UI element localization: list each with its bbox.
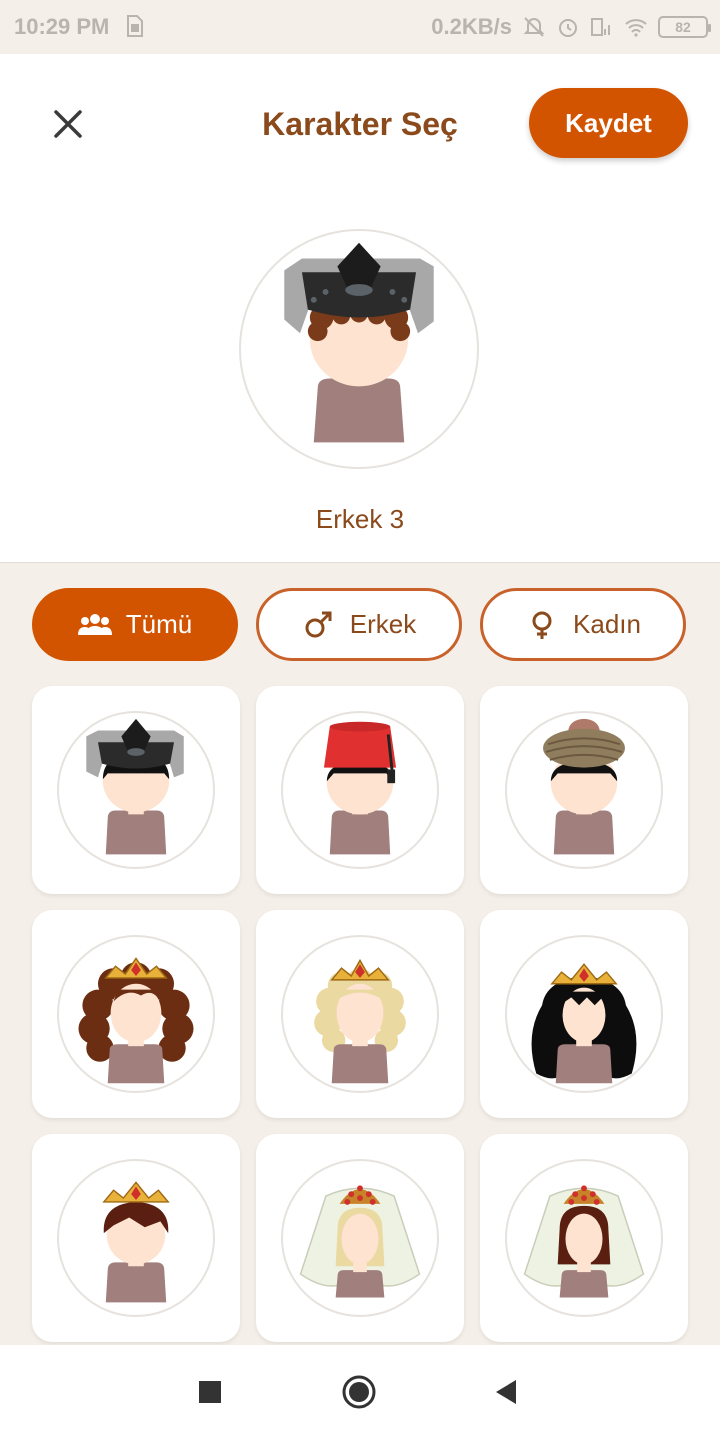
character-card[interactable]	[32, 1134, 240, 1342]
avatar	[505, 935, 663, 1093]
avatar	[57, 711, 215, 869]
avatar-male-fez	[323, 721, 397, 855]
character-card[interactable]	[480, 910, 688, 1118]
battery-icon: 82	[658, 16, 711, 38]
filter-all-label: Tümü	[125, 609, 193, 639]
header-panel: Karakter Seç Kaydet Erkek 3	[0, 54, 720, 563]
signal-icon	[591, 18, 610, 36]
character-card[interactable]	[32, 686, 240, 894]
character-card[interactable]	[256, 910, 464, 1118]
system-nav-bar	[0, 1345, 720, 1440]
character-card[interactable]	[32, 910, 240, 1118]
battery-level: 82	[675, 19, 691, 35]
male-icon	[305, 611, 332, 637]
avatar-female-veil-brown	[523, 1185, 645, 1298]
selected-avatar-preview	[239, 229, 479, 469]
avatar	[57, 1159, 215, 1317]
back-icon[interactable]	[494, 1379, 518, 1405]
avatar	[281, 711, 439, 869]
group-icon	[77, 613, 112, 635]
filter-all-chip[interactable]: Tümü	[32, 588, 238, 661]
sim-card-icon	[127, 15, 143, 37]
network-speed: 0.2KB/s	[431, 14, 512, 39]
avatar	[281, 935, 439, 1093]
filter-male-chip[interactable]: Erkek	[256, 588, 462, 661]
character-card[interactable]	[256, 1134, 464, 1342]
avatar	[281, 1159, 439, 1317]
filter-female-label: Kadın	[573, 609, 641, 639]
avatar-female-tiara-black	[531, 963, 637, 1084]
home-icon[interactable]	[341, 1374, 377, 1410]
status-time: 10:29 PM	[14, 14, 110, 39]
avatar	[57, 935, 215, 1093]
avatar	[505, 711, 663, 869]
avatar-female-veil-blonde	[299, 1185, 421, 1298]
selected-character-name: Erkek 3	[315, 504, 405, 534]
alarm-icon	[559, 19, 577, 37]
avatar-female-tiara-brown	[78, 957, 194, 1084]
filter-female-chip[interactable]: Kadın	[480, 588, 686, 661]
status-bar: 10:29 PM 0.2KB/s 82	[0, 0, 720, 54]
avatar-male-turban	[543, 718, 625, 855]
avatar-female-tiara-short	[102, 1181, 170, 1303]
character-card[interactable]	[480, 1134, 688, 1342]
avatar	[505, 1159, 663, 1317]
recent-apps-icon[interactable]	[198, 1380, 222, 1404]
filter-male-label: Erkek	[349, 609, 417, 639]
avatar-female-tiara-blonde	[314, 958, 406, 1084]
character-card[interactable]	[480, 686, 688, 894]
wifi-icon	[625, 19, 647, 37]
female-icon	[532, 611, 552, 639]
character-card[interactable]	[256, 686, 464, 894]
avatar-male-ottoman-helmet	[86, 718, 184, 855]
save-button[interactable]: Kaydet	[529, 88, 688, 158]
avatar-male-ottoman-helmet	[284, 242, 434, 443]
mute-icon	[523, 17, 545, 37]
